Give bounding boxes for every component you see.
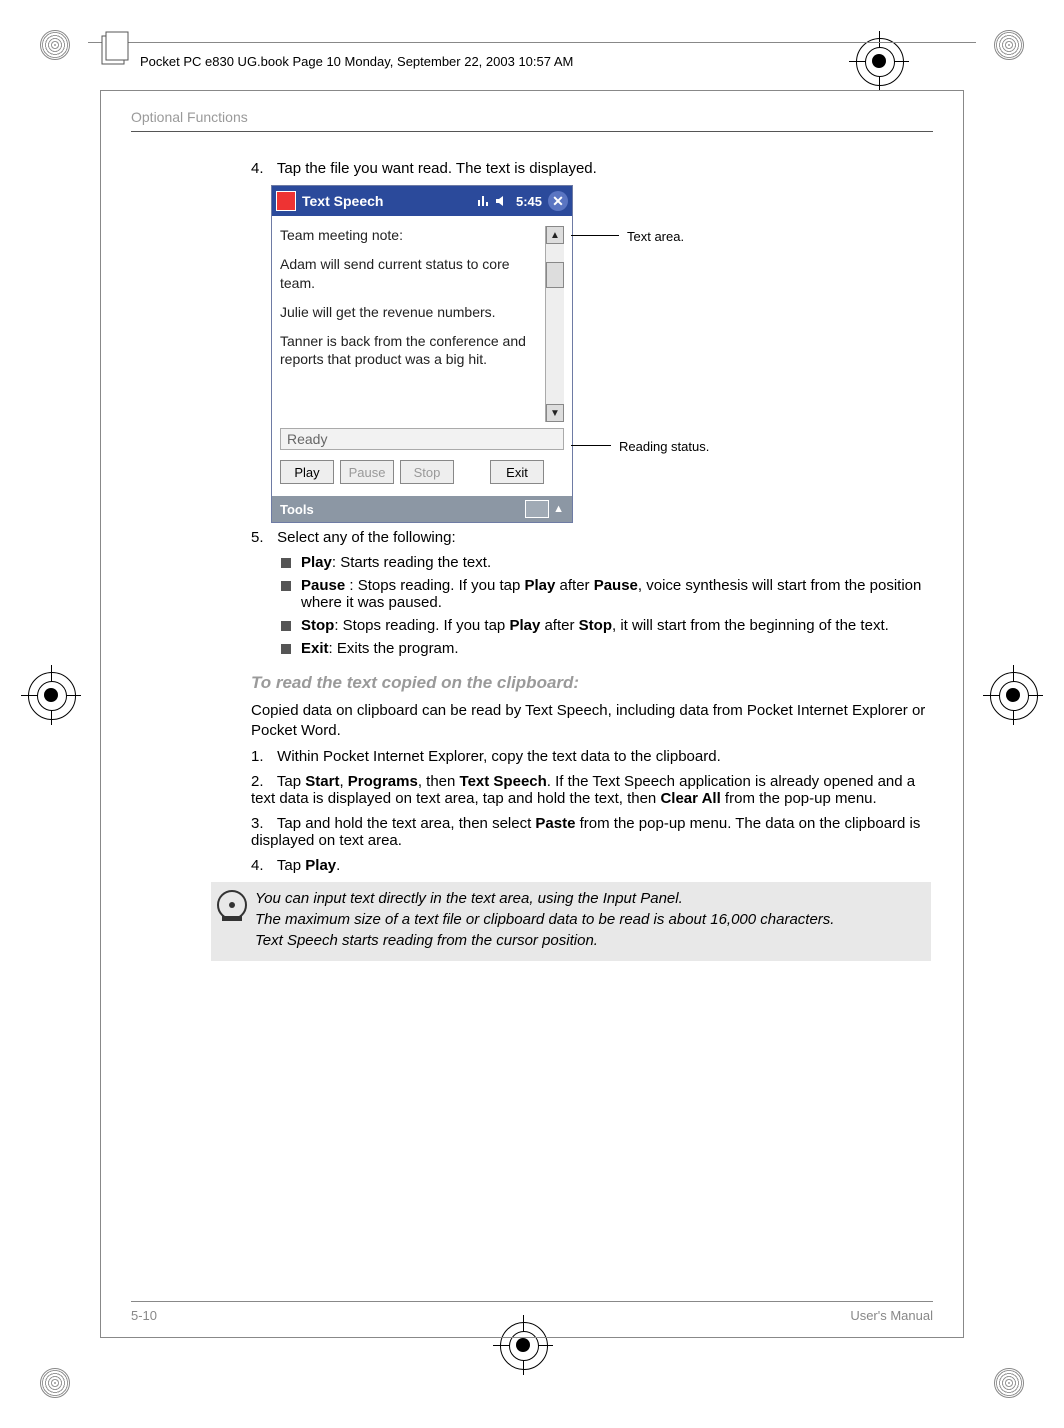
ppc-status-field: Ready: [280, 428, 564, 450]
step-number: 1.: [251, 748, 273, 765]
step-5-text: Select any of the following:: [277, 529, 455, 546]
step-text: Within Pocket Internet Explorer, copy th…: [277, 748, 721, 765]
text-line: Tanner is back from the conference and r…: [280, 332, 538, 370]
square-bullet-icon: [281, 581, 291, 591]
ppc-titlebar: Text Speech 5:45 ✕: [272, 186, 572, 216]
frame-header-rule: [88, 42, 976, 43]
square-bullet-icon: [281, 558, 291, 568]
speaker-icon: [494, 194, 508, 208]
step-text: Tap Play.: [277, 857, 340, 874]
step-4: 4. Tap the file you want read. The text …: [251, 160, 933, 177]
step-4-number: 4.: [251, 160, 273, 177]
square-bullet-icon: [281, 621, 291, 631]
note-line: Text Speech starts reading from the curs…: [255, 932, 834, 949]
list-item: Play: Starts reading the text.: [281, 554, 933, 571]
step-number: 2.: [251, 773, 273, 790]
figure-row: Text Speech 5:45 ✕ Team meeting note: Ad…: [271, 185, 933, 523]
step-text: Tap Start, Programs, then Text Speech. I…: [251, 773, 915, 807]
sub-heading-clipboard: To read the text copied on the clipboard…: [251, 673, 933, 693]
note-box: You can input text directly in the text …: [211, 882, 931, 961]
scroll-thumb[interactable]: [546, 262, 564, 288]
note-line: The maximum size of a text file or clipb…: [255, 911, 834, 928]
crop-mark-tl: [40, 30, 70, 60]
frame-header-text: Pocket PC e830 UG.book Page 10 Monday, S…: [140, 54, 573, 69]
stop-button[interactable]: Stop: [400, 460, 454, 484]
scroll-down-icon[interactable]: ▼: [546, 404, 564, 422]
close-icon[interactable]: ✕: [548, 191, 568, 211]
step-4-text: Tap the file you want read. The text is …: [277, 160, 597, 177]
registration-mark-left: [28, 672, 74, 718]
registration-mark-top: [856, 38, 902, 84]
keyboard-icon[interactable]: [525, 500, 549, 518]
callout-line: [571, 235, 619, 236]
crop-mark-br: [994, 1368, 1024, 1398]
section-rule: [131, 131, 933, 132]
step-number: 4.: [251, 857, 273, 874]
ppc-clock: 5:45: [516, 194, 542, 209]
ppc-tools-bar: Tools ▲: [272, 496, 572, 522]
manual-title: User's Manual: [850, 1308, 933, 1323]
callout-line: [571, 445, 611, 446]
text-line: Adam will send current status to core te…: [280, 255, 538, 293]
scrollbar[interactable]: ▲ ▼: [545, 226, 564, 422]
step-5-number: 5.: [251, 529, 273, 546]
note-line: You can input text directly in the text …: [255, 890, 834, 907]
ppc-text-area[interactable]: Team meeting note: Adam will send curren…: [280, 226, 564, 422]
section-header: Optional Functions: [131, 105, 933, 131]
clip-step-1: 1. Within Pocket Internet Explorer, copy…: [251, 748, 933, 765]
play-button[interactable]: Play: [280, 460, 334, 484]
up-arrow-icon[interactable]: ▲: [553, 503, 564, 515]
ppc-button-row: Play Pause Stop Exit: [280, 460, 564, 484]
pause-button[interactable]: Pause: [340, 460, 394, 484]
callout-reading-status: Reading status.: [619, 439, 709, 454]
scroll-up-icon[interactable]: ▲: [546, 226, 564, 244]
book-icon: [100, 30, 130, 70]
exit-button[interactable]: Exit: [490, 460, 544, 484]
connectivity-icon: [476, 194, 490, 208]
crop-mark-bl: [40, 1368, 70, 1398]
clip-step-2: 2. Tap Start, Programs, then Text Speech…: [251, 773, 933, 807]
list-item: Stop: Stops reading. If you tap Play aft…: [281, 617, 933, 634]
step-text: Tap and hold the text area, then select …: [251, 815, 920, 849]
clip-step-4: 4. Tap Play.: [251, 857, 933, 874]
step-5: 5. Select any of the following:: [251, 529, 933, 546]
windows-flag-icon: [276, 191, 296, 211]
callouts: Text area. Reading status.: [573, 185, 933, 523]
list-item: Exit: Exits the program.: [281, 640, 933, 657]
clip-step-3: 3. Tap and hold the text area, then sele…: [251, 815, 933, 849]
text-line: Team meeting note:: [280, 226, 538, 245]
pocketpc-window: Text Speech 5:45 ✕ Team meeting note: Ad…: [271, 185, 573, 523]
registration-mark-right: [990, 672, 1036, 718]
info-icon: [217, 890, 247, 920]
list-item: Pause : Stops reading. If you tap Play a…: [281, 577, 933, 611]
options-list: Play: Starts reading the text. Pause : S…: [281, 554, 933, 657]
page-frame: Optional Functions 4. Tap the file you w…: [100, 90, 964, 1338]
ppc-title-text: Text Speech: [302, 193, 383, 209]
tools-menu[interactable]: Tools: [280, 502, 314, 517]
text-line: Julie will get the revenue numbers.: [280, 303, 538, 322]
callout-text-area: Text area.: [627, 229, 684, 244]
page-footer: 5-10 User's Manual: [131, 1301, 933, 1323]
step-number: 3.: [251, 815, 273, 832]
page-number: 5-10: [131, 1308, 157, 1323]
crop-mark-tr: [994, 30, 1024, 60]
clipboard-intro-para: Copied data on clipboard can be read by …: [251, 701, 933, 740]
square-bullet-icon: [281, 644, 291, 654]
